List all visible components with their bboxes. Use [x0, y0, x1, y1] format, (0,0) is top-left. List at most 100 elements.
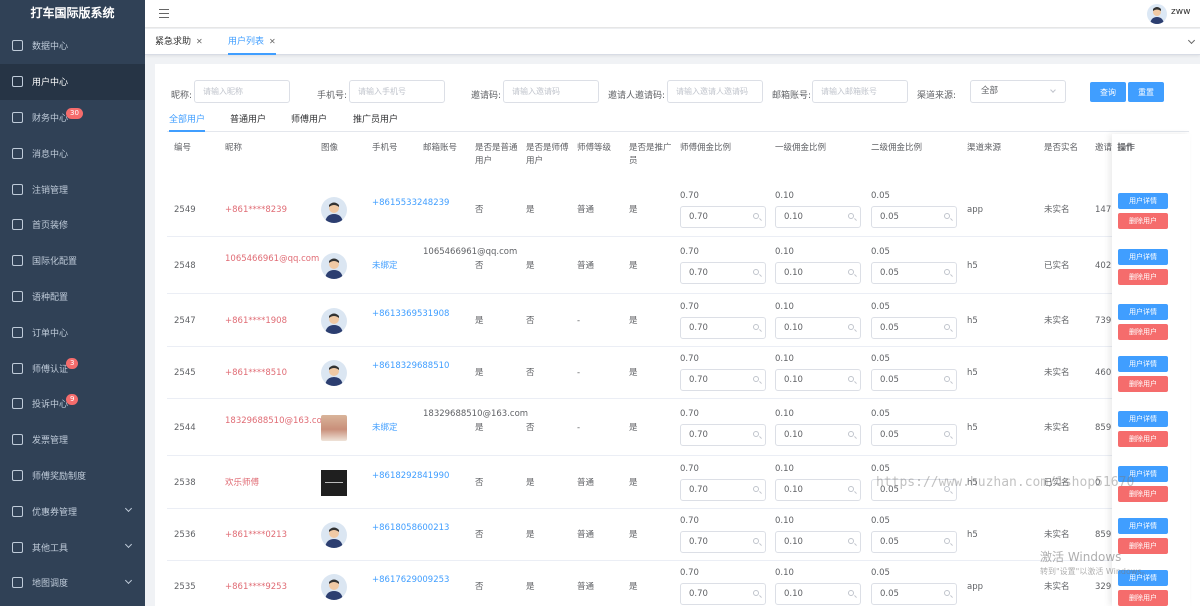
user-id: 2548	[174, 261, 196, 271]
hamburger-icon[interactable]	[159, 9, 169, 18]
commission-ratio-input[interactable]: 0.70	[680, 583, 766, 605]
chevron-down-icon[interactable]	[1187, 36, 1196, 45]
chevron-down-icon	[124, 576, 133, 584]
tag-user-list[interactable]: 用户列表 ✕	[228, 29, 276, 55]
is-normal-user: 否	[475, 261, 484, 271]
is-normal-user: 否	[475, 478, 484, 488]
commission-ratio-input[interactable]: 0.05	[871, 369, 957, 391]
commission-ratio-input[interactable]: 0.70	[680, 262, 766, 284]
commission-ratio-input[interactable]: 0.05	[871, 531, 957, 553]
sidebar-item[interactable]: 首页装修	[0, 207, 145, 243]
user-nickname[interactable]: +861****9253	[225, 581, 311, 594]
tag-emergency[interactable]: 紧急求助 ✕	[155, 29, 203, 55]
sidebar-item[interactable]: 投诉中心 9	[0, 386, 145, 422]
sidebar-item[interactable]: 订单中心	[0, 314, 145, 350]
commission-ratio-input[interactable]: 0.10	[775, 424, 861, 446]
user-nickname[interactable]: +861****1908	[225, 315, 311, 328]
commission-ratio-input[interactable]: 0.10	[775, 206, 861, 228]
user-phone[interactable]: +8618058600213	[372, 522, 449, 535]
chevron-down-icon	[124, 505, 133, 513]
user-avatar[interactable]	[1147, 4, 1167, 24]
delete-user-button[interactable]: 删除用户	[1118, 538, 1168, 554]
channel-select[interactable]: 全部	[970, 80, 1066, 103]
sidebar-item[interactable]: 师傅奖励制度	[0, 458, 145, 494]
commission-ratio-input[interactable]: 0.10	[775, 583, 861, 605]
tab-all-users[interactable]: 全部用户	[169, 112, 206, 132]
commission-ratio-input[interactable]: 0.05	[871, 424, 957, 446]
user-nickname[interactable]: 1065466961@qq.com	[225, 253, 319, 266]
delete-user-button[interactable]: 删除用户	[1118, 431, 1168, 447]
user-phone[interactable]: +8618329688510	[372, 360, 449, 373]
sidebar-item[interactable]: 数据中心	[0, 28, 145, 64]
commission-ratio-input[interactable]: 0.10	[775, 531, 861, 553]
sidebar-item[interactable]: 财务中心 30	[0, 100, 145, 136]
commission-ratio-input[interactable]: 0.70	[680, 206, 766, 228]
sidebar-item[interactable]: 地图调度	[0, 565, 145, 601]
user-nickname[interactable]: 18329688510@163.com	[225, 415, 330, 428]
commission-ratio-input[interactable]: 0.70	[680, 479, 766, 501]
user-phone[interactable]: 未绑定	[372, 260, 416, 273]
user-phone[interactable]: +8618292841990	[372, 470, 449, 483]
sidebar-item[interactable]: 发票管理	[0, 422, 145, 458]
delete-user-button[interactable]: 删除用户	[1118, 213, 1168, 229]
commission-ratio-value: 0.70	[680, 516, 699, 526]
user-phone[interactable]: 未绑定	[372, 422, 416, 435]
commission-ratio-input[interactable]: 0.10	[775, 369, 861, 391]
commission-ratio-input[interactable]: 0.10	[775, 317, 861, 339]
commission-ratio-input[interactable]: 0.70	[680, 369, 766, 391]
column-header: 是否是师傅用户	[526, 143, 569, 166]
commission-ratio-input[interactable]: 0.05	[871, 262, 957, 284]
sidebar-item[interactable]: 其他工具	[0, 529, 145, 565]
delete-user-button[interactable]: 删除用户	[1118, 590, 1168, 606]
commission-ratio-input[interactable]: 0.05	[871, 317, 957, 339]
commission-ratio-input[interactable]: 0.10	[775, 479, 861, 501]
nickname-input[interactable]	[194, 80, 290, 103]
tab-driver-users[interactable]: 师傅用户	[291, 112, 327, 132]
email-input[interactable]	[812, 80, 908, 103]
commission-ratio-input[interactable]: 0.10	[775, 262, 861, 284]
sidebar-item-label: 投诉中心	[32, 400, 69, 411]
user-phone[interactable]: +8617629009253	[372, 574, 449, 587]
sidebar-item[interactable]: 国际化配置	[0, 243, 145, 279]
user-nickname[interactable]: 欢乐师傅	[225, 477, 311, 490]
reset-button[interactable]: 重置	[1128, 82, 1164, 102]
user-detail-button[interactable]: 用户详情	[1118, 518, 1168, 534]
sidebar-item[interactable]: 师傅认证 3	[0, 350, 145, 386]
sidebar-item[interactable]: 注销管理	[0, 171, 145, 207]
user-detail-button[interactable]: 用户详情	[1118, 304, 1168, 320]
user-detail-button[interactable]: 用户详情	[1118, 249, 1168, 265]
query-button[interactable]: 查询	[1090, 82, 1126, 102]
sidebar-item[interactable]: 语种配置	[0, 279, 145, 315]
delete-user-button[interactable]: 删除用户	[1118, 376, 1168, 392]
user-phone[interactable]: +8613369531908	[372, 308, 449, 321]
user-nickname[interactable]: +861****0213	[225, 529, 311, 542]
user-nickname[interactable]: +861****8510	[225, 367, 311, 380]
close-icon[interactable]: ✕	[196, 37, 203, 46]
user-detail-button[interactable]: 用户详情	[1118, 356, 1168, 372]
delete-user-button[interactable]: 删除用户	[1118, 324, 1168, 340]
commission-ratio-text: 0.10	[784, 323, 803, 333]
sidebar-item[interactable]: 消息中心	[0, 135, 145, 171]
invite-input[interactable]	[503, 80, 599, 103]
delete-user-button[interactable]: 删除用户	[1118, 269, 1168, 285]
commission-ratio-text: 0.70	[689, 430, 708, 440]
layers-icon	[12, 183, 23, 195]
close-icon[interactable]: ✕	[269, 37, 276, 46]
sidebar-item[interactable]: 优惠券管理	[0, 493, 145, 529]
commission-ratio-input[interactable]: 0.05	[871, 583, 957, 605]
is-verified: 未实名	[1044, 205, 1070, 215]
user-detail-button[interactable]: 用户详情	[1118, 193, 1168, 209]
commission-ratio-input[interactable]: 0.70	[680, 317, 766, 339]
commission-ratio-input[interactable]: 0.70	[680, 531, 766, 553]
user-phone[interactable]: +8615533248239	[372, 197, 449, 210]
tab-normal-users[interactable]: 普通用户	[230, 112, 266, 132]
user-nickname[interactable]: +861****8239	[225, 204, 311, 217]
commission-ratio-input[interactable]: 0.05	[871, 206, 957, 228]
tab-promoter-users[interactable]: 推广员用户	[353, 112, 398, 132]
inviter-input[interactable]	[667, 80, 763, 103]
user-name[interactable]: zww	[1171, 7, 1190, 17]
user-detail-button[interactable]: 用户详情	[1118, 411, 1168, 427]
phone-input[interactable]	[349, 80, 445, 103]
sidebar-item[interactable]: 用户中心	[0, 63, 145, 100]
commission-ratio-input[interactable]: 0.70	[680, 424, 766, 446]
